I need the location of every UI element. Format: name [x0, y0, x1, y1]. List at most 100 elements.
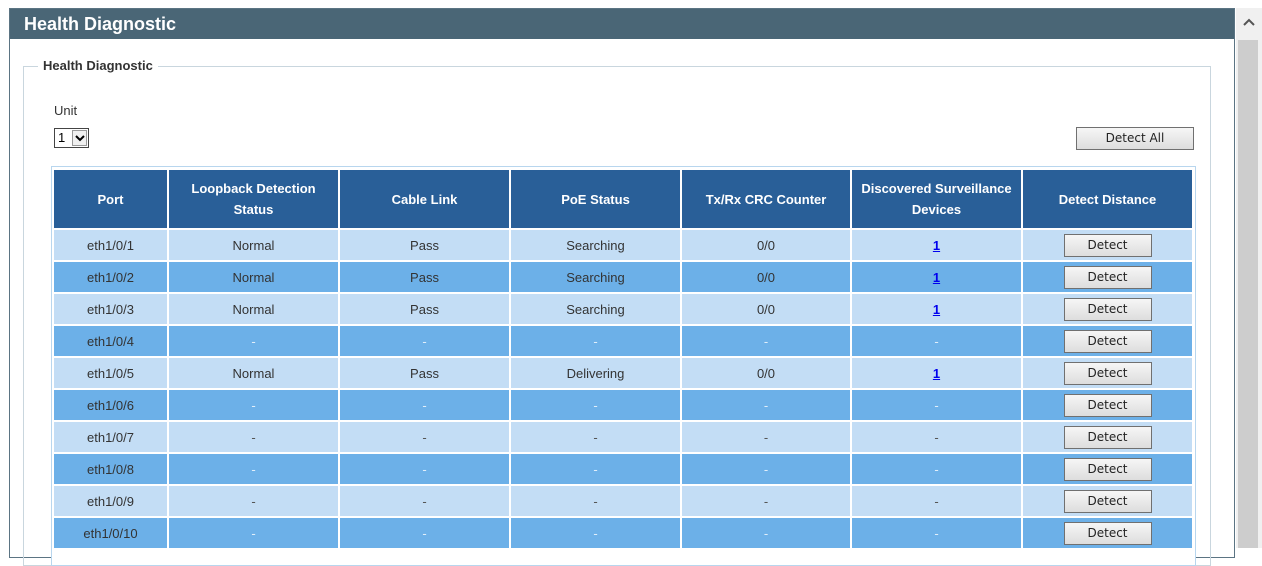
table-row: eth1/0/2 Normal Pass Searching 0/0 1 Det… [54, 262, 1192, 294]
cell-port: eth1/0/6 [54, 390, 169, 422]
cell-cable: - [340, 454, 511, 486]
cell-action: Detect [1023, 518, 1192, 550]
col-loopback-line1: Loopback Detection [191, 181, 316, 196]
cell-devices: - [852, 326, 1023, 358]
cell-devices: - [852, 422, 1023, 454]
cell-action: Detect [1023, 390, 1192, 422]
cell-port: eth1/0/9 [54, 486, 169, 518]
table-row: eth1/0/3 Normal Pass Searching 0/0 1 Det… [54, 294, 1192, 326]
cell-loopback: Normal [169, 294, 340, 326]
col-loopback: Loopback Detection Status [169, 170, 340, 230]
cell-crc: 0/0 [682, 230, 852, 262]
unit-select-value: 1 [58, 130, 66, 145]
detect-button[interactable]: Detect [1063, 329, 1152, 353]
detect-button[interactable]: Detect [1063, 361, 1152, 385]
cell-action: Detect [1023, 454, 1192, 486]
cell-crc: - [682, 390, 852, 422]
col-surveillance: Discovered Surveillance Devices [852, 170, 1023, 230]
cell-poe: Delivering [511, 358, 682, 390]
detect-button[interactable]: Detect [1063, 233, 1152, 257]
cell-port: eth1/0/7 [54, 422, 169, 454]
window-title: Health Diagnostic [10, 9, 1234, 39]
cell-poe: - [511, 326, 682, 358]
cell-poe: - [511, 422, 682, 454]
cell-devices: - [852, 486, 1023, 518]
col-crc: Tx/Rx CRC Counter [682, 170, 852, 230]
cell-devices: 1 [852, 262, 1023, 294]
cell-loopback: Normal [169, 262, 340, 294]
cell-cable: Pass [340, 358, 511, 390]
cell-poe: Searching [511, 230, 682, 262]
cell-devices: - [852, 454, 1023, 486]
cell-port: eth1/0/2 [54, 262, 169, 294]
cell-devices: 1 [852, 358, 1023, 390]
cell-crc: 0/0 [682, 294, 852, 326]
cell-poe: Searching [511, 294, 682, 326]
cell-loopback: - [169, 390, 340, 422]
table-row: eth1/0/5 Normal Pass Delivering 0/0 1 De… [54, 358, 1192, 390]
devices-link[interactable]: 1 [933, 366, 940, 381]
col-surveillance-line1: Discovered Surveillance [861, 181, 1012, 196]
cell-crc: - [682, 326, 852, 358]
health-table: Port Loopback Detection Status Cable Lin… [54, 170, 1192, 550]
cell-devices: 1 [852, 230, 1023, 262]
cell-crc: - [682, 422, 852, 454]
cell-cable: Pass [340, 294, 511, 326]
cell-poe: - [511, 518, 682, 550]
detect-button[interactable]: Detect [1063, 265, 1152, 289]
cell-crc: - [682, 454, 852, 486]
col-surveillance-line2: Devices [911, 202, 962, 217]
cell-action: Detect [1023, 326, 1192, 358]
cell-loopback: - [169, 518, 340, 550]
cell-loopback: - [169, 454, 340, 486]
devices-link[interactable]: 1 [933, 238, 940, 253]
chevron-down-icon [72, 130, 87, 146]
cell-crc: - [682, 518, 852, 550]
table-row: eth1/0/1 Normal Pass Searching 0/0 1 Det… [54, 230, 1192, 262]
cell-cable: - [340, 518, 511, 550]
cell-port: eth1/0/3 [54, 294, 169, 326]
detect-button[interactable]: Detect [1063, 393, 1152, 417]
cell-cable: - [340, 422, 511, 454]
cell-cable: - [340, 486, 511, 518]
cell-loopback: Normal [169, 358, 340, 390]
cell-port: eth1/0/4 [54, 326, 169, 358]
detect-button[interactable]: Detect [1063, 457, 1152, 481]
cell-action: Detect [1023, 358, 1192, 390]
col-detect-distance: Detect Distance [1023, 170, 1192, 230]
scrollbar-thumb[interactable] [1238, 40, 1258, 548]
cell-poe: - [511, 486, 682, 518]
cell-action: Detect [1023, 294, 1192, 326]
table-row: eth1/0/10 - - - - - Detect [54, 518, 1192, 550]
cell-devices: - [852, 390, 1023, 422]
col-poe-status: PoE Status [511, 170, 682, 230]
cell-crc: 0/0 [682, 262, 852, 294]
cell-poe: Searching [511, 262, 682, 294]
table-row: eth1/0/4 - - - - - Detect [54, 326, 1192, 358]
cell-action: Detect [1023, 262, 1192, 294]
cell-cable: Pass [340, 230, 511, 262]
col-cable-link: Cable Link [340, 170, 511, 230]
unit-label: Unit [54, 103, 78, 118]
chevron-up-icon[interactable] [1236, 8, 1262, 34]
detect-all-button[interactable]: Detect All [1076, 127, 1194, 150]
devices-link[interactable]: 1 [933, 302, 940, 317]
cell-cable: - [340, 390, 511, 422]
table-row: eth1/0/9 - - - - - Detect [54, 486, 1192, 518]
cell-cable: Pass [340, 262, 511, 294]
detect-button[interactable]: Detect [1063, 425, 1152, 449]
table-header-row: Port Loopback Detection Status Cable Lin… [54, 170, 1192, 230]
cell-devices: - [852, 518, 1023, 550]
devices-link[interactable]: 1 [933, 270, 940, 285]
detect-button[interactable]: Detect [1063, 489, 1152, 513]
detect-button[interactable]: Detect [1063, 521, 1152, 545]
col-loopback-line2: Status [233, 202, 274, 217]
cell-action: Detect [1023, 230, 1192, 262]
cell-port: eth1/0/8 [54, 454, 169, 486]
table-row: eth1/0/7 - - - - - Detect [54, 422, 1192, 454]
cell-crc: - [682, 486, 852, 518]
unit-select[interactable]: 1 [54, 128, 89, 148]
cell-loopback: - [169, 486, 340, 518]
cell-loopback: - [169, 326, 340, 358]
detect-button[interactable]: Detect [1063, 297, 1152, 321]
